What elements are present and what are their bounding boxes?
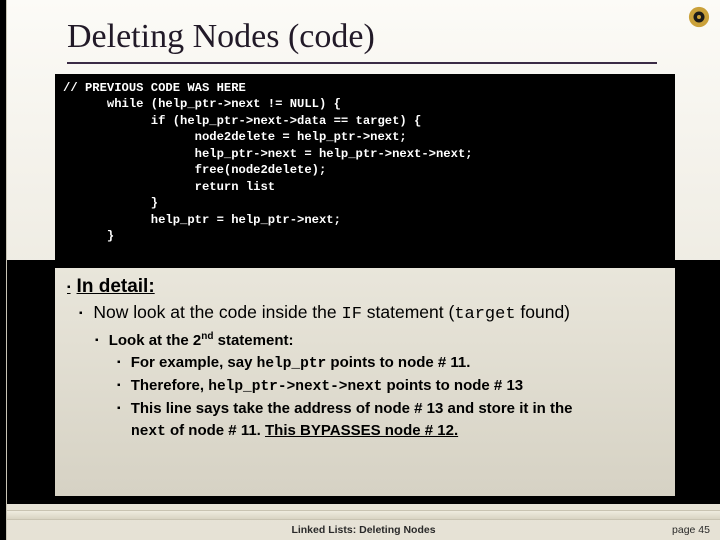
code-line: while (help_ptr->next != NULL) {	[63, 97, 341, 111]
text: points to node # 11.	[326, 354, 470, 371]
text: statement (	[362, 302, 454, 322]
code-line: }	[63, 229, 114, 243]
slide-root: Deleting Nodes (code) // PREVIOUS CODE W…	[0, 0, 720, 540]
code-inline-nextnext: help_ptr->next->next	[208, 379, 382, 395]
title-underline	[67, 62, 657, 64]
code-inline-next: next	[131, 424, 166, 440]
detail-line-1: Now look at the code inside the IF state…	[79, 302, 663, 324]
text: This line says take the address of node …	[131, 400, 573, 417]
code-line: // PREVIOUS CODE WAS HERE	[63, 81, 246, 95]
detail-box: In detail: Now look at the code inside t…	[55, 268, 675, 496]
detail-bullet-3a: This line says take the address of node …	[117, 398, 663, 420]
code-line: return list	[63, 180, 275, 194]
slide-body: Deleting Nodes (code) // PREVIOUS CODE W…	[6, 0, 720, 540]
text: found)	[516, 302, 570, 322]
code-line: help_ptr->next = help_ptr->next->next;	[63, 147, 473, 161]
code-line: node2delete = help_ptr->next;	[63, 130, 407, 144]
slide-title: Deleting Nodes (code)	[67, 18, 375, 56]
detail-bullet-1: For example, say help_ptr points to node…	[117, 352, 663, 375]
code-line: free(node2delete);	[63, 163, 326, 177]
detail-sub-1: Look at the 2nd statement:	[95, 330, 663, 352]
text: Therefore,	[131, 377, 209, 394]
detail-heading: In detail:	[67, 276, 663, 298]
text: points to node # 13	[382, 377, 523, 394]
detail-bullet-2: Therefore, help_ptr->next->next points t…	[117, 375, 663, 398]
code-inline-helpptr: help_ptr	[257, 356, 327, 372]
code-block: // PREVIOUS CODE WAS HERE while (help_pt…	[55, 74, 675, 262]
code-line: }	[63, 196, 158, 210]
detail-bullet-3b: next of node # 11. This BYPASSES node # …	[131, 420, 663, 443]
text: Now look at the code inside the	[93, 302, 341, 322]
code-pre: // PREVIOUS CODE WAS HERE while (help_pt…	[63, 80, 667, 245]
text: For example, say	[131, 354, 257, 371]
text: statement:	[213, 332, 293, 349]
text: of node # 11.	[166, 422, 265, 439]
code-line: if (help_ptr->next->data == target) {	[63, 114, 421, 128]
footer-divider-bar	[7, 510, 720, 520]
ordinal-suffix: nd	[201, 331, 213, 342]
emphasis-bypass: This BYPASSES node # 12.	[265, 422, 458, 439]
code-inline-if: IF	[342, 305, 362, 324]
text: Look at the 2	[109, 332, 202, 349]
code-line: help_ptr = help_ptr->next;	[63, 213, 341, 227]
footer-center-text: Linked Lists: Deleting Nodes	[7, 524, 720, 536]
ucf-pegasus-logo-icon	[688, 6, 710, 28]
code-inline-target: target	[454, 305, 515, 324]
footer-page-number: page 45	[672, 524, 710, 536]
